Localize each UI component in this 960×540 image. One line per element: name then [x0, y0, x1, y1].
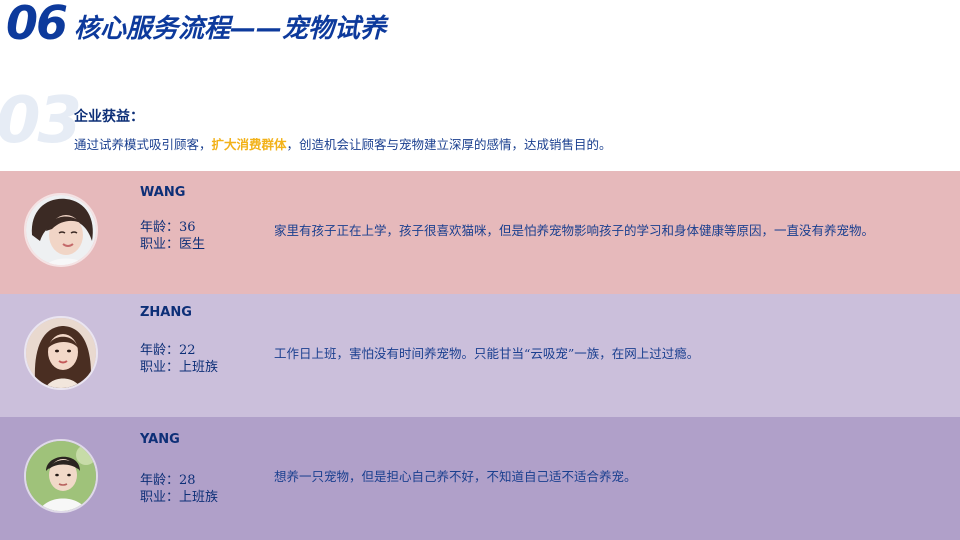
persona-age: 年龄：28: [140, 473, 196, 488]
intro-text: 通过试养模式吸引顾客，扩大消费群体，创造机会让顾客与宠物建立深厚的感情，达成销售…: [74, 134, 612, 153]
persona-description: 想养一只宠物，但是担心自己养不好，不知道自己适不适合养宠。: [274, 469, 637, 484]
avatar: [24, 316, 98, 390]
persona-description: 工作日上班，害怕没有时间养宠物。只能甘当“云吸宠”一族，在网上过过瘾。: [274, 346, 700, 361]
section-number: 06: [6, 0, 68, 50]
page-title: 核心服务流程——宠物试养: [74, 14, 387, 44]
persona-age: 年龄：22: [140, 343, 196, 358]
persona-meta: 年龄：36 职业：医生: [140, 219, 205, 253]
man-portrait-icon: [26, 441, 96, 511]
persona-card-wang: WANG 年龄：36 职业：医生 家里有孩子正在上学，孩子很喜欢猫咪，但是怕养宠…: [0, 171, 960, 294]
page-header: 06 核心服务流程——宠物试养: [0, 0, 960, 60]
woman-portrait-icon: [26, 318, 96, 388]
avatar: [24, 193, 98, 267]
persona-card-zhang: ZHANG 年龄：22 职业：上班族 工作日上班，害怕没有时间养宠物。只能甘当“…: [0, 294, 960, 417]
avatar: [24, 439, 98, 513]
persona-description: 家里有孩子正在上学，孩子很喜欢猫咪，但是怕养宠物影响孩子的学习和身体健康等原因，…: [274, 223, 875, 238]
persona-job: 职业：上班族: [140, 360, 219, 375]
intro-text-before: 通过试养模式吸引顾客，: [74, 137, 212, 152]
intro-text-after: ，创造机会让顾客与宠物建立深厚的感情，达成销售目的。: [286, 137, 612, 152]
persona-job: 职业：医生: [140, 237, 206, 252]
persona-job: 职业：上班族: [140, 490, 219, 505]
persona-name: YANG: [140, 432, 180, 447]
ghost-number: 03: [0, 84, 82, 158]
woman-portrait-icon: [26, 195, 96, 265]
intro-heading: 企业获益：: [74, 109, 144, 125]
persona-name: WANG: [140, 185, 186, 200]
persona-meta: 年龄：28 职业：上班族: [140, 472, 218, 506]
persona-name: ZHANG: [140, 305, 192, 320]
persona-card-yang: YANG 年龄：28 职业：上班族 想养一只宠物，但是担心自己养不好，不知道自己…: [0, 417, 960, 540]
persona-age: 年龄：36: [140, 220, 196, 235]
intro-text-highlight: 扩大消费群体: [211, 137, 287, 152]
intro-section: 03 企业获益： 通过试养模式吸引顾客，扩大消费群体，创造机会让顾客与宠物建立深…: [0, 84, 960, 162]
persona-meta: 年龄：22 职业：上班族: [140, 342, 218, 376]
